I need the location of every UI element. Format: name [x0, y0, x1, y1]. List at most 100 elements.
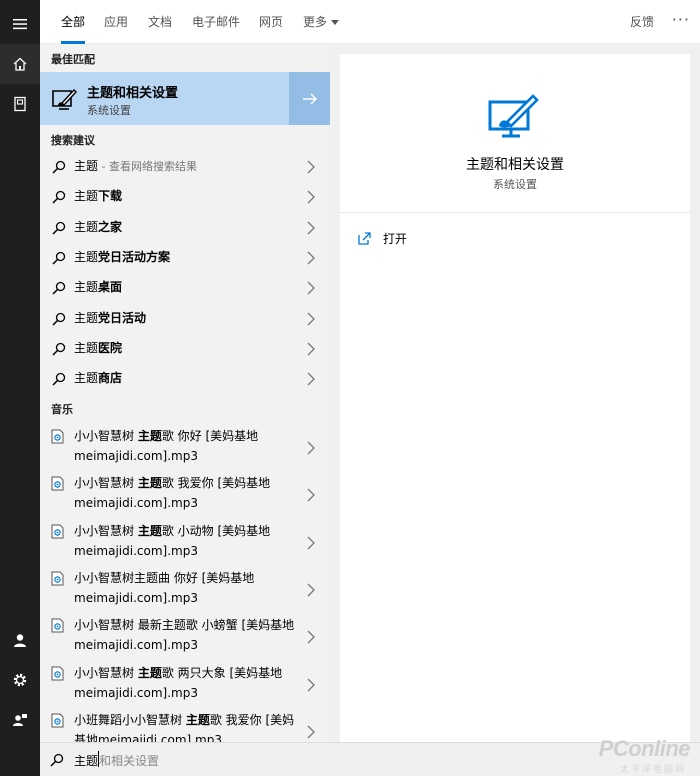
tab-more-label: 更多 — [303, 15, 328, 29]
music-file-item[interactable]: 小小智慧树 主题歌 你好 [美妈基地meimajidi.com].mp3 — [40, 423, 330, 470]
audio-file-icon — [51, 713, 64, 728]
chevron-right-icon[interactable] — [306, 250, 316, 265]
suggestion-item[interactable]: 主题党日活动方案 — [40, 242, 330, 272]
chevron-right-icon[interactable] — [306, 311, 316, 325]
chevron-right-icon[interactable] — [306, 724, 316, 739]
audio-file-icon — [51, 524, 64, 539]
suggestion-item[interactable]: 主题 - 查看网络搜索结果 — [40, 151, 330, 181]
chevron-right-icon[interactable] — [306, 535, 316, 550]
display-settings-icon — [52, 88, 77, 110]
tab-web-label: 网页 — [259, 15, 284, 29]
chevron-right-icon[interactable] — [306, 629, 316, 644]
left-rail — [0, 0, 40, 776]
chevron-right-icon[interactable] — [306, 159, 316, 174]
search-icon — [52, 371, 66, 386]
music-file-name: 小小智慧树 主题歌 小动物 [美妈基地meimajidi.com].mp3 — [74, 521, 299, 561]
file-name-part: 小小智慧树 最新主题歌 小螃蟹 [美妈基地meimajidi.com].mp3 — [74, 618, 295, 653]
tab-more[interactable]: 更多 — [303, 0, 340, 44]
suggestion-text: 主题商店 — [74, 369, 122, 386]
suggestion-query: 主题 — [74, 219, 99, 234]
file-name-match: 主题 — [137, 665, 162, 680]
suggestion-query: 主题 — [74, 371, 99, 386]
file-name-match: 主题 — [137, 429, 162, 443]
music-file-name: 小小智慧树 主题歌 我爱你 [美妈基地meimajidi.com].mp3 — [74, 473, 299, 513]
section-music: 音乐 — [51, 403, 73, 416]
chevron-right-icon[interactable] — [306, 189, 316, 204]
chevron-right-icon[interactable] — [306, 341, 316, 356]
music-file-item[interactable]: 小班舞蹈小小智慧树 主题歌 我爱你 [美妈基地meimajidi.com].mp… — [40, 707, 330, 742]
file-name-match: 主题 — [137, 476, 162, 491]
more-options-icon[interactable]: ··· — [672, 0, 690, 44]
suggestion-item[interactable]: 主题之家 — [40, 212, 330, 242]
results-panel: 最佳匹配 主题和相关设置 系统设置 搜索建议 主题 - 查看网络搜索结果 主题下载… — [40, 44, 330, 742]
suggestion-query: 主题 — [74, 280, 99, 295]
chevron-right-icon[interactable] — [306, 371, 316, 386]
suggestion-hint: - 查看网络搜索结果 — [98, 160, 197, 173]
preview-subtitle: 系统设置 — [493, 178, 537, 191]
suggestion-completion: 之家 — [98, 219, 123, 234]
notebook-icon[interactable] — [0, 84, 40, 124]
tab-documents[interactable]: 文档 — [148, 0, 172, 44]
account-icon[interactable] — [0, 620, 40, 660]
tab-email[interactable]: 电子邮件 — [192, 0, 240, 44]
tab-all[interactable]: 全部 — [61, 0, 86, 44]
search-icon — [52, 220, 66, 235]
music-file-item[interactable]: 小小智慧树 主题歌 小动物 [美妈基地meimajidi.com].mp3 — [40, 518, 330, 565]
music-file-item[interactable]: 小小智慧树 主题歌 我爱你 [美妈基地meimajidi.com].mp3 — [40, 470, 330, 517]
tab-apps[interactable]: 应用 — [104, 0, 128, 44]
file-name-part: 小班舞蹈小小智慧树 — [74, 712, 186, 727]
tab-web[interactable]: 网页 — [259, 0, 283, 44]
open-arrow-button[interactable] — [289, 72, 330, 125]
search-icon — [52, 311, 66, 326]
audio-file-icon — [51, 666, 64, 681]
suggestion-item[interactable]: 主题医院 — [40, 333, 330, 363]
home-icon[interactable] — [0, 44, 40, 84]
chevron-right-icon[interactable] — [306, 677, 316, 691]
hamburger-menu-icon[interactable] — [0, 4, 40, 44]
music-file-name: 小小智慧树 最新主题歌 小螃蟹 [美妈基地meimajidi.com].mp3 — [74, 615, 299, 655]
best-match-item[interactable]: 主题和相关设置 系统设置 — [40, 72, 330, 125]
section-suggestions: 搜索建议 — [51, 134, 95, 147]
chevron-down-icon — [331, 20, 340, 25]
display-settings-icon — [488, 94, 539, 138]
tab-apps-label: 应用 — [104, 15, 129, 29]
suggestion-item[interactable]: 主题桌面 — [40, 272, 330, 302]
music-file-name: 小小智慧树 主题歌 两只大象 [美妈基地meimajidi.com].mp3 — [74, 663, 299, 703]
settings-gear-icon[interactable] — [0, 660, 40, 700]
suggestion-text: 主题之家 — [74, 218, 122, 235]
search-icon — [52, 189, 66, 204]
preview-title: 主题和相关设置 — [466, 157, 564, 173]
chevron-right-icon[interactable] — [306, 220, 316, 235]
feedback-link[interactable]: 反馈 — [630, 0, 654, 44]
audio-file-icon — [51, 476, 64, 491]
suggestion-completion: 党日活动方案 — [98, 249, 171, 264]
music-file-item[interactable]: 小小智慧树 主题歌 两只大象 [美妈基地meimajidi.com].mp3 — [40, 660, 330, 707]
suggestion-text: 主题党日活动方案 — [74, 248, 170, 265]
search-input-text[interactable]: 主题 — [74, 752, 98, 769]
search-icon — [52, 280, 66, 295]
chevron-right-icon[interactable] — [306, 582, 316, 597]
chevron-right-icon[interactable] — [306, 440, 316, 455]
music-file-item[interactable]: 小小智慧树主题曲 你好 [美妈基地meimajidi.com].mp3 — [40, 565, 330, 612]
suggestion-query: 主题 — [74, 340, 99, 355]
search-autocomplete-hint: 和相关设置 — [99, 754, 160, 768]
suggestion-query: 主题 — [74, 189, 99, 204]
music-file-name: 小小智慧树主题曲 你好 [美妈基地meimajidi.com].mp3 — [74, 568, 299, 608]
suggestion-item[interactable]: 主题下载 — [40, 181, 330, 211]
suggestion-item[interactable]: 主题商店 — [40, 363, 330, 393]
tab-all-label: 全部 — [61, 15, 86, 29]
suggestion-text: 主题医院 — [74, 339, 122, 356]
file-name-part: 小小智慧树主题曲 你好 [美妈基地meimajidi.com].mp3 — [74, 570, 255, 605]
search-icon — [52, 250, 66, 265]
suggestion-item[interactable]: 主题党日活动 — [40, 303, 330, 333]
best-match-title: 主题和相关设置 — [87, 86, 179, 101]
feedback-user-icon[interactable] — [0, 700, 40, 740]
file-name-part: 小小智慧树 — [74, 523, 138, 538]
music-file-item[interactable]: 小小智慧树 最新主题歌 小螃蟹 [美妈基地meimajidi.com].mp3 — [40, 612, 330, 659]
audio-file-icon — [51, 618, 64, 633]
suggestion-text: 主题 - 查看网络搜索结果 — [74, 157, 197, 174]
preview-panel: 主题和相关设置 系统设置 打开 — [340, 54, 690, 742]
chevron-right-icon[interactable] — [306, 280, 316, 295]
chevron-right-icon[interactable] — [306, 487, 316, 502]
watermark-logo: PConline — [598, 736, 691, 761]
